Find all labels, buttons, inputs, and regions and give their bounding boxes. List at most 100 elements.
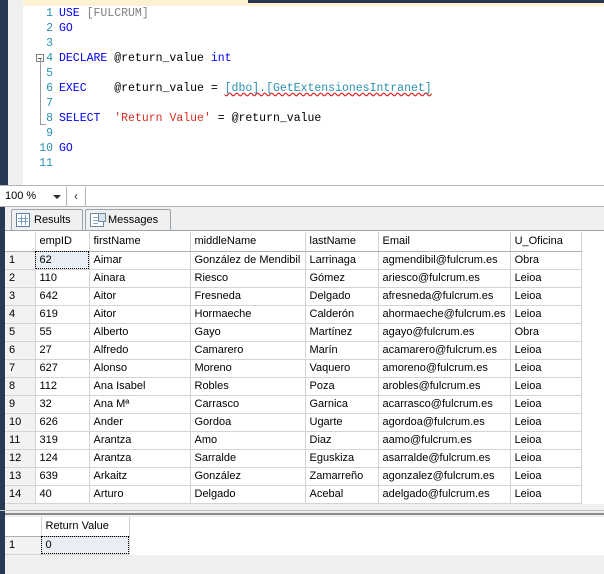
cell-middlename[interactable]: Robles bbox=[190, 377, 306, 396]
cell-email[interactable]: ahormaeche@fulcrum.es bbox=[378, 305, 511, 324]
cell-empid[interactable]: 619 bbox=[35, 305, 90, 324]
row-number-cell[interactable]: 4 bbox=[5, 305, 36, 324]
row-number-cell[interactable]: 6 bbox=[5, 341, 36, 360]
row-number-cell[interactable]: 11 bbox=[5, 431, 36, 450]
cell-email[interactable]: afresneda@fulcrum.es bbox=[378, 287, 511, 306]
editor-indicator-margin[interactable] bbox=[8, 0, 23, 185]
column-header-email[interactable]: Email bbox=[378, 232, 511, 252]
cell-email[interactable]: acarrasco@fulcrum.es bbox=[378, 395, 511, 414]
cell-middlename[interactable]: Carrasco bbox=[190, 395, 306, 414]
row-number-cell[interactable]: 7 bbox=[5, 359, 36, 378]
cell-middlename[interactable]: González de Mendibil bbox=[190, 251, 306, 270]
cell-firstname[interactable]: Ainara bbox=[89, 269, 191, 288]
row-number-cell[interactable]: 13 bbox=[5, 467, 36, 486]
code-line[interactable]: 1 USE [FULCRUM] bbox=[23, 6, 604, 21]
cell-middlename[interactable]: Gordoa bbox=[190, 413, 306, 432]
code-line[interactable]: 4 DECLARE @return_value int bbox=[23, 51, 604, 66]
cell-firstname[interactable]: Aimar bbox=[89, 251, 191, 270]
cell-u_oficina[interactable]: Leioa bbox=[510, 269, 582, 288]
cell-u_oficina[interactable]: Leioa bbox=[510, 467, 582, 486]
code-line[interactable]: 2 GO bbox=[23, 21, 604, 36]
row-number-cell[interactable]: 8 bbox=[5, 377, 36, 396]
cell-u_oficina[interactable]: Leioa bbox=[510, 377, 582, 396]
cell-u_oficina[interactable]: Leioa bbox=[510, 305, 582, 324]
cell-empid[interactable]: 27 bbox=[35, 341, 90, 360]
cell-middlename[interactable]: Amo bbox=[190, 431, 306, 450]
cell-lastname[interactable]: Gómez bbox=[305, 269, 379, 288]
results-grid[interactable]: empID firstName middleName lastName Emai… bbox=[5, 231, 604, 504]
cell-empid[interactable]: 124 bbox=[35, 449, 90, 468]
cell-middlename[interactable]: González bbox=[190, 467, 306, 486]
cell-firstname[interactable]: Arantza bbox=[89, 431, 191, 450]
cell-email[interactable]: arobles@fulcrum.es bbox=[378, 377, 511, 396]
tab-messages[interactable]: Messages bbox=[85, 209, 171, 230]
cell-lastname[interactable]: Ugarte bbox=[305, 413, 379, 432]
cell-email[interactable]: acamarero@fulcrum.es bbox=[378, 341, 511, 360]
cell-lastname[interactable]: Garnica bbox=[305, 395, 379, 414]
cell-middlename[interactable]: Riesco bbox=[190, 269, 306, 288]
cell-u_oficina[interactable]: Obra bbox=[510, 251, 582, 270]
row-number-cell[interactable]: 12 bbox=[5, 449, 36, 468]
row-number-cell[interactable]: 9 bbox=[5, 395, 36, 414]
cell-email[interactable]: agonzalez@fulcrum.es bbox=[378, 467, 511, 486]
table-row[interactable]: 2 110 Ainara Riesco Gómez ariesco@fulcrum.es L… bbox=[5, 269, 582, 288]
table-row[interactable]: 9 32 Ana Mª Carrasco Garnica acarrasco@fulcru… bbox=[5, 395, 582, 414]
cell-firstname[interactable]: Alonso bbox=[89, 359, 191, 378]
grid-corner-cell[interactable] bbox=[5, 232, 36, 252]
cell-empid[interactable]: 639 bbox=[35, 467, 90, 486]
cell-u_oficina[interactable]: Leioa bbox=[510, 485, 582, 504]
cell-email[interactable]: agordoa@fulcrum.es bbox=[378, 413, 511, 432]
cell-lastname[interactable]: Marín bbox=[305, 341, 379, 360]
cell-empid[interactable]: 110 bbox=[35, 269, 90, 288]
table-row[interactable]: 14 40 Arturo Delgado Acebal adelgado@fulcrum.… bbox=[5, 485, 582, 504]
cell-u_oficina[interactable]: Leioa bbox=[510, 395, 582, 414]
code-line[interactable]: 8 SELECT 'Return Value' = @return_value bbox=[23, 111, 604, 126]
tab-results[interactable]: Results bbox=[11, 209, 83, 230]
cell-empid[interactable]: 626 bbox=[35, 413, 90, 432]
row-number-cell[interactable]: 1 bbox=[5, 251, 36, 270]
column-header-firstname[interactable]: firstName bbox=[89, 232, 191, 252]
cell-firstname[interactable]: Arantza bbox=[89, 449, 191, 468]
cell-email[interactable]: agayo@fulcrum.es bbox=[378, 323, 511, 342]
row-number-cell[interactable]: 14 bbox=[5, 485, 36, 504]
cell-empid[interactable]: 319 bbox=[35, 431, 90, 450]
code-line[interactable]: 11 bbox=[23, 156, 604, 171]
cell-middlename[interactable]: Fresneda bbox=[190, 287, 306, 306]
column-header-middlename[interactable]: middleName bbox=[190, 232, 306, 252]
cell-middlename[interactable]: Camarero bbox=[190, 341, 306, 360]
cell-lastname[interactable]: Calderón bbox=[305, 305, 379, 324]
code-line[interactable]: 6 EXEC @return_value = [dbo].[GetExtensio… bbox=[23, 81, 604, 96]
cell-firstname[interactable]: Ana Mª bbox=[89, 395, 191, 414]
cell-firstname[interactable]: Alberto bbox=[89, 323, 191, 342]
grid-splitter[interactable] bbox=[5, 513, 604, 515]
column-header-lastname[interactable]: lastName bbox=[305, 232, 379, 252]
cell-middlename[interactable]: Gayo bbox=[190, 323, 306, 342]
cell-u_oficina[interactable]: Leioa bbox=[510, 431, 582, 450]
cell-firstname[interactable]: Ana Isabel bbox=[89, 377, 191, 396]
cell-return-value[interactable]: 0 bbox=[41, 536, 130, 555]
cell-empid[interactable]: 642 bbox=[35, 287, 90, 306]
cell-firstname[interactable]: Arkaitz bbox=[89, 467, 191, 486]
row-number-cell[interactable]: 3 bbox=[5, 287, 36, 306]
cell-lastname[interactable]: Poza bbox=[305, 377, 379, 396]
return-value-grid[interactable]: Return Value 10 bbox=[5, 517, 604, 555]
return-grid-corner-cell[interactable] bbox=[5, 517, 42, 537]
navigate-back-icon[interactable]: ‹ bbox=[68, 187, 84, 206]
cell-firstname[interactable]: Alfredo bbox=[89, 341, 191, 360]
table-row[interactable]: 6 27 Alfredo Camarero Marín acamarero@fulcrum… bbox=[5, 341, 582, 360]
cell-lastname[interactable]: Diaz bbox=[305, 431, 379, 450]
zoom-level-dropdown[interactable]: 100 % bbox=[3, 188, 65, 204]
table-row[interactable]: 12 124 Arantza Sarralde Eguskiza asarralde@fu… bbox=[5, 449, 582, 468]
cell-lastname[interactable]: Larrinaga bbox=[305, 251, 379, 270]
cell-firstname[interactable]: Arturo bbox=[89, 485, 191, 504]
table-row[interactable]: 10 bbox=[5, 536, 130, 555]
table-row[interactable]: 13 639 Arkaitz González Zamarreño agonzalez@f… bbox=[5, 467, 582, 486]
cell-middlename[interactable]: Moreno bbox=[190, 359, 306, 378]
cell-lastname[interactable]: Acebal bbox=[305, 485, 379, 504]
cell-firstname[interactable]: Ander bbox=[89, 413, 191, 432]
cell-lastname[interactable]: Delgado bbox=[305, 287, 379, 306]
code-line[interactable]: 5 bbox=[23, 66, 604, 81]
cell-middlename[interactable]: Sarralde bbox=[190, 449, 306, 468]
row-number-cell[interactable]: 10 bbox=[5, 413, 36, 432]
cell-empid[interactable]: 40 bbox=[35, 485, 90, 504]
